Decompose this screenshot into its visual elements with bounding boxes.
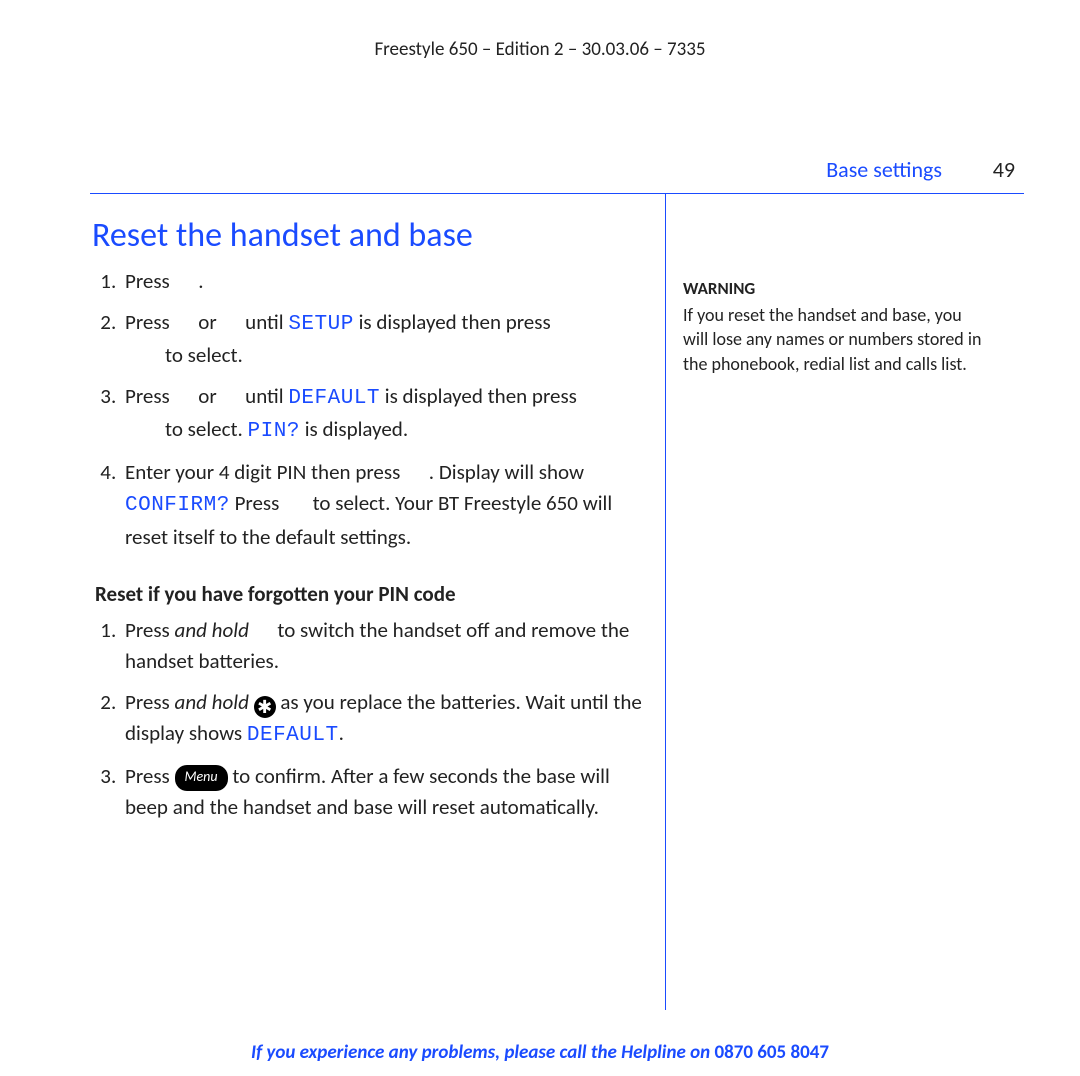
step-item: Press and hold to switch the handset off… (121, 615, 647, 677)
text: and hold (175, 689, 249, 715)
text: Press (125, 268, 175, 294)
text: or (194, 383, 222, 409)
page-number: 49 (993, 156, 1015, 183)
text: to select. (165, 342, 243, 368)
lcd-text: CONFIRM? (125, 494, 230, 517)
text: Press (125, 617, 175, 643)
step-item: Press or until SETUP is displayed then p… (121, 307, 647, 371)
text: Press (125, 689, 175, 715)
text: is displayed then press (380, 383, 577, 409)
main-column: Reset the handset and base Press . Press… (92, 215, 647, 849)
subheading: Reset if you have forgotten your PIN cod… (95, 581, 647, 607)
text: to select. (165, 416, 248, 442)
text: Press (230, 490, 284, 516)
lcd-text: SETUP (288, 313, 354, 336)
step-item: Press and hold ✱ as you replace the batt… (121, 687, 647, 751)
step-item: Press . (121, 266, 647, 297)
text: until (240, 383, 288, 409)
divider-vertical (665, 193, 666, 1010)
warning-heading: WARNING (683, 278, 983, 301)
warning-body: If you reset the handset and base, you w… (683, 303, 983, 376)
steps-primary: Press . Press or until SETUP is displaye… (95, 266, 647, 553)
lcd-text: PIN? (248, 420, 300, 443)
helpline-number: 0870 605 8047 (714, 1041, 829, 1064)
steps-secondary: Press and hold to switch the handset off… (95, 615, 647, 823)
text: is displayed then press (354, 309, 551, 335)
text: Enter your 4 digit PIN then press (125, 459, 405, 485)
text: Press (125, 309, 175, 335)
text: . Display will show (429, 459, 584, 485)
sidebar-note: WARNING If you reset the handset and bas… (683, 278, 983, 376)
text: and hold (175, 617, 249, 643)
text: . (198, 268, 203, 294)
text: or (194, 309, 222, 335)
text: is displayed. (300, 416, 408, 442)
lcd-text: DEFAULT (288, 387, 380, 410)
step-item: Press Menu to confirm. After a few secon… (121, 761, 647, 823)
footer-helpline: If you experience any problems, please c… (0, 1041, 1080, 1064)
text: Press (125, 383, 175, 409)
step-item: Press or until DEFAULT is displayed then… (121, 381, 647, 447)
page-title: Reset the handset and base (92, 215, 647, 256)
divider-horizontal (90, 193, 1024, 194)
text: Press (125, 763, 175, 789)
star-key-icon: ✱ (254, 696, 276, 718)
lcd-text: DEFAULT (247, 724, 339, 747)
text: . (339, 720, 344, 746)
doc-meta: Freestyle 650 – Edition 2 – 30.03.06 – 7… (0, 38, 1080, 61)
text: If you experience any problems, please c… (251, 1041, 714, 1064)
section-label: Base settings (826, 156, 942, 183)
text: until (240, 309, 288, 335)
manual-page: Freestyle 650 – Edition 2 – 30.03.06 – 7… (0, 0, 1080, 1076)
step-item: Enter your 4 digit PIN then press . Disp… (121, 457, 647, 552)
menu-key-icon: Menu (175, 765, 228, 791)
